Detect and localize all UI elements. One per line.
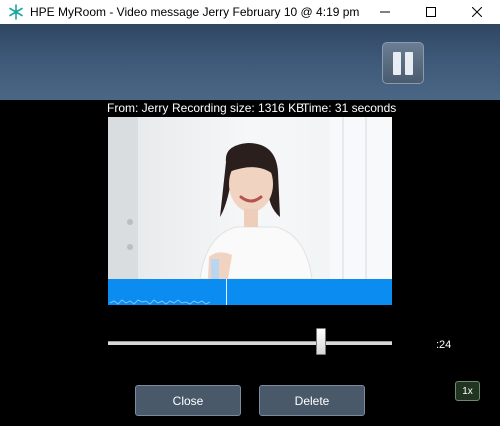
maximize-button[interactable] <box>408 0 454 24</box>
playback-speed-button[interactable]: 1x <box>455 381 480 401</box>
sender-label: From: Jerry <box>107 101 169 115</box>
waveform-trace <box>109 299 211 305</box>
minimize-button[interactable] <box>362 0 408 24</box>
pause-icon <box>393 52 401 75</box>
title-bar: HPE MyRoom - Video message Jerry Februar… <box>0 0 500 24</box>
video-frame <box>108 117 392 279</box>
player-header <box>0 24 500 100</box>
time-remaining-label: :24 <box>436 339 452 351</box>
close-window-button[interactable] <box>454 0 500 24</box>
window-title: HPE MyRoom - Video message Jerry Februar… <box>30 5 360 19</box>
close-icon <box>472 7 482 17</box>
pause-button[interactable] <box>382 42 424 84</box>
minimize-icon <box>380 11 390 13</box>
delete-button[interactable]: Delete <box>259 385 365 416</box>
seek-slider-thumb[interactable] <box>316 328 326 355</box>
maximize-icon <box>426 7 436 17</box>
snowflake-app-icon <box>9 4 23 20</box>
waveform-playhead <box>226 279 227 305</box>
video-still <box>108 117 392 279</box>
audio-waveform <box>108 279 392 305</box>
recording-size-label: Recording size: 1316 KB <box>172 101 305 115</box>
close-button[interactable]: Close <box>135 385 241 416</box>
duration-label: Time: 31 seconds <box>302 101 397 115</box>
seek-slider-track[interactable] <box>108 341 392 345</box>
